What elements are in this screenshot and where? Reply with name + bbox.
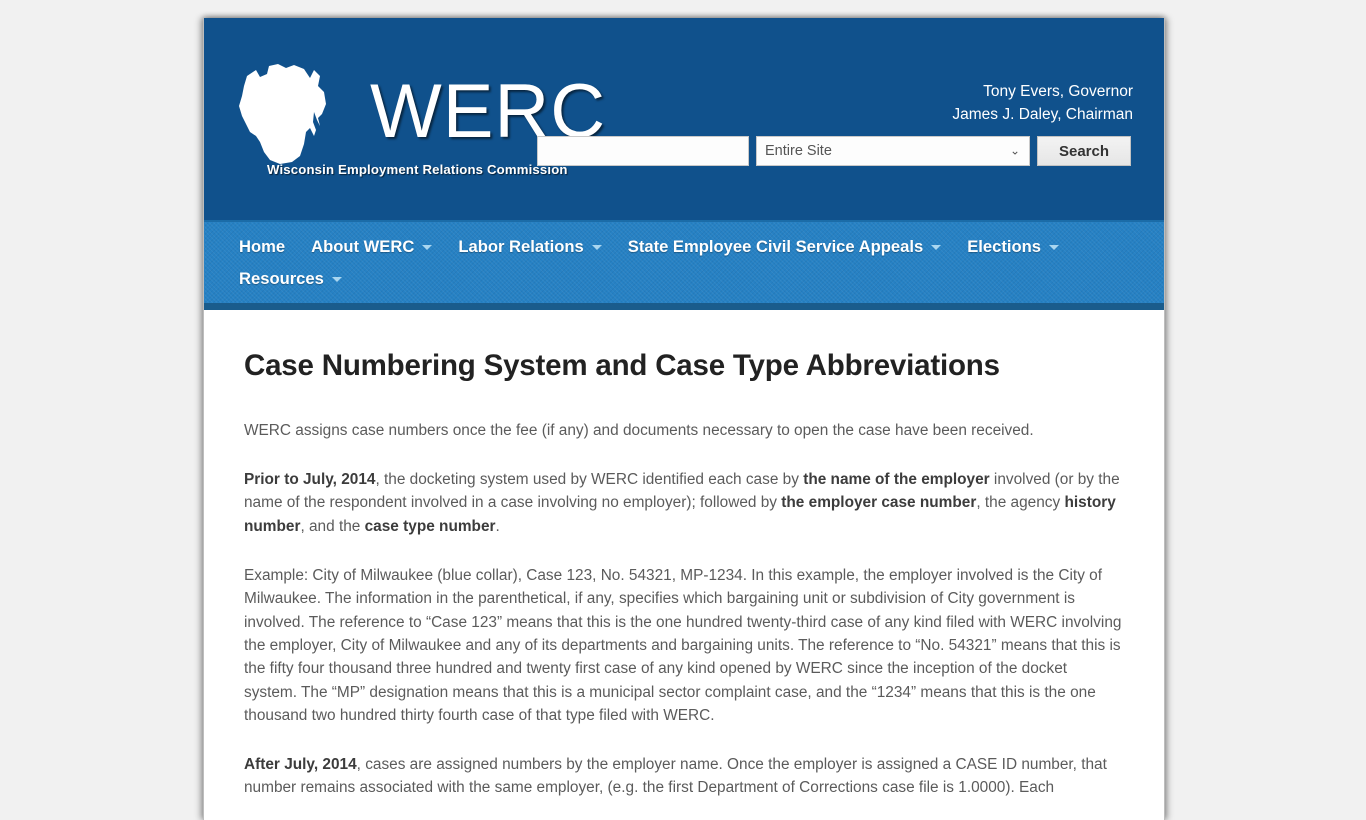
nav-item-labor-relations[interactable]: Labor Relations [445,231,614,263]
wisconsin-state-outline-icon [234,56,352,168]
paragraph-after-july-2014: After July, 2014, cases are assigned num… [244,753,1124,800]
emphasized-text: Prior to July, 2014 [244,471,376,489]
chevron-down-icon [331,276,342,282]
chevron-down-icon [422,244,433,250]
nav-item-label: Home [239,237,286,256]
page-container: WERC Wisconsin Employment Relations Comm… [203,18,1165,820]
body-text: , the docketing system used by WERC iden… [375,471,804,489]
search-scope-select[interactable]: Entire Site ⌄ [756,136,1030,166]
body-text: WERC assigns case numbers once the fee (… [244,421,1034,439]
nav-item-home[interactable]: Home [226,231,298,263]
body-text: Example: City of Milwaukee (blue collar)… [244,567,1122,724]
nav-item-label: Resources [239,269,324,288]
nav-item-elections[interactable]: Elections [954,231,1072,263]
body-text: , and the [300,517,365,535]
emphasized-text: After July, 2014 [244,756,357,774]
logo-subtitle: Wisconsin Employment Relations Commissio… [267,162,568,177]
article-body: WERC assigns case numbers once the fee (… [244,419,1124,800]
search-button[interactable]: Search [1037,136,1131,166]
nav-item-label: Labor Relations [458,237,584,256]
paragraph-example: Example: City of Milwaukee (blue collar)… [244,564,1124,727]
body-text: , the agency [976,494,1065,512]
body-text: , cases are assigned numbers by the empl… [244,756,1107,797]
nav-item-resources[interactable]: Resources [226,263,355,295]
emphasized-text: the name of the employer [803,471,990,489]
governor-name: Tony Evers, Governor [983,83,1133,100]
body-text: . [495,517,500,535]
paragraph-intro: WERC assigns case numbers once the fee (… [244,419,1124,442]
chevron-down-icon: ⌄ [1009,143,1020,158]
site-search-form: Entire Site ⌄ Search [537,136,1131,166]
search-scope-value: Entire Site [765,143,832,159]
emphasized-text: case type number [364,517,496,535]
nav-list: Home About WERC Labor Relations State Emplo… [204,231,1164,295]
emphasized-text: the employer case number [781,494,977,512]
search-input[interactable] [537,136,749,166]
nav-item-label: About WERC [311,237,415,256]
officials-block: Tony Evers, Governor James J. Daley, Cha… [952,80,1133,126]
main-navigation: Home About WERC Labor Relations State Emplo… [204,220,1164,310]
paragraph-prior-to-july-2014: Prior to July, 2014, the docketing syste… [244,468,1124,538]
chevron-down-icon [931,244,942,250]
nav-item-label: State Employee Civil Service Appeals [627,237,924,256]
chevron-down-icon [1048,244,1059,250]
nav-item-state-employee-civil-service-appeals[interactable]: State Employee Civil Service Appeals [615,231,954,263]
chevron-down-icon [591,244,602,250]
page-title: Case Numbering System and Case Type Abbr… [244,349,1000,382]
site-header: WERC Wisconsin Employment Relations Comm… [204,18,1164,220]
chairman-name: James J. Daley, Chairman [952,106,1133,123]
nav-item-label: Elections [967,237,1041,256]
main-content: Case Numbering System and Case Type Abbr… [204,310,1164,820]
site-logo[interactable]: WERC Wisconsin Employment Relations Comm… [234,56,605,196]
nav-item-about-werc[interactable]: About WERC [298,231,445,263]
